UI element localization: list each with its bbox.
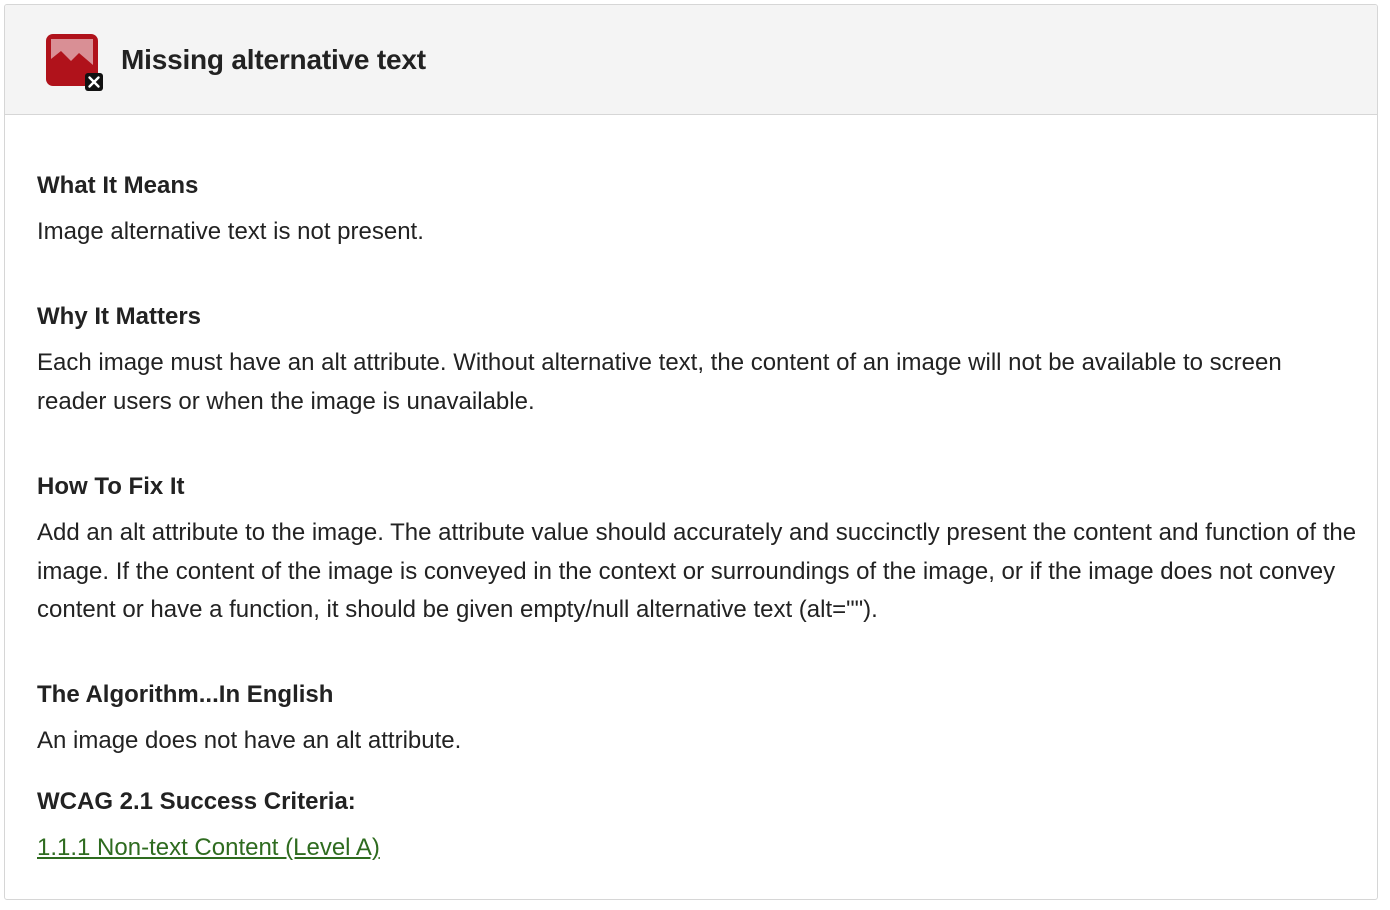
section-text-what-it-means: Image alternative text is not present.: [37, 218, 424, 245]
section-text-algorithm: An image does not have an alt attribute.: [37, 727, 462, 754]
section-heading-what-it-means: What It Means: [37, 172, 199, 199]
section-text-why-it-matters: Each image must have an alt attribute. W…: [37, 349, 1282, 415]
section-text-how-to-fix-it: Add an alt attribute to the image. The a…: [37, 519, 1357, 623]
wcag-criteria-heading: WCAG 2.1 Success Criteria:: [37, 788, 356, 815]
section-heading-why-it-matters: Why It Matters: [37, 303, 202, 330]
section-heading-algorithm: The Algorithm...In English: [37, 681, 334, 708]
missing-image-alt-icon: [45, 33, 103, 91]
section-heading-how-to-fix-it: How To Fix It: [37, 473, 185, 500]
panel-header: Missing alternative text: [5, 5, 1377, 115]
issue-title: Missing alternative text: [121, 44, 426, 75]
issue-panel: Missing alternative text What It Means I…: [4, 4, 1378, 900]
wcag-criteria-link[interactable]: 1.1.1 Non-text Content (Level A): [37, 833, 380, 863]
